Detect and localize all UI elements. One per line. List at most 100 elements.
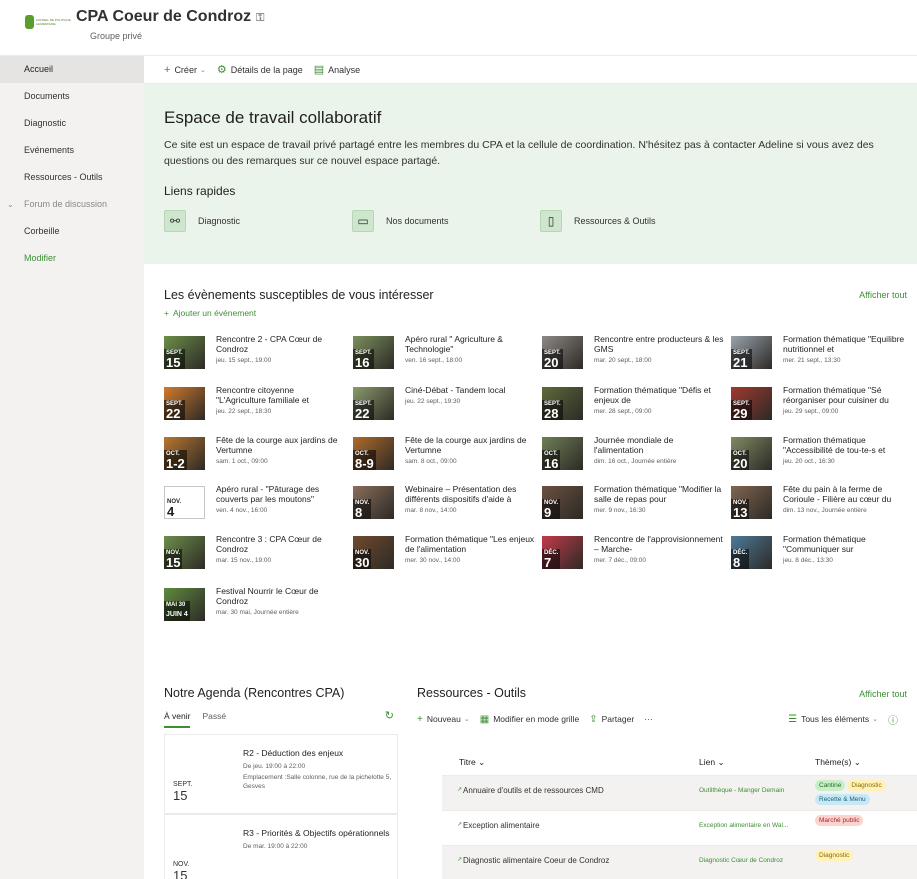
event-day: 21 xyxy=(733,355,748,369)
site-title[interactable]: CPA Coeur de Condroz ⚿ xyxy=(76,8,264,26)
event-title: Formation thématique "Communiquer sur xyxy=(783,534,866,554)
event-thumbnail: SEPT. 29 xyxy=(731,387,772,420)
agenda-item-time: De jeu. 19:00 à 22:00 xyxy=(243,763,306,770)
share-button[interactable]: ⇪ Partager xyxy=(589,714,634,725)
event-card[interactable]: NOV. 13 Fête du pain à la ferme de Corioul… xyxy=(731,484,911,524)
nav-edit-link[interactable]: Modifier xyxy=(0,245,144,272)
quick-link-documents[interactable]: ▭ Nos documents xyxy=(352,206,540,236)
agenda-item-title: R2 - Déduction des enjeux xyxy=(243,748,344,758)
event-date-badge: DÉC. 7 xyxy=(542,549,561,569)
nav-item-evenements[interactable]: Evénements xyxy=(0,137,144,164)
flow-icon: ⚯ xyxy=(164,210,186,232)
event-card[interactable]: SEPT. 15 Rencontre 2 - CPA Cœur de Condroz… xyxy=(164,334,344,374)
agenda-day: 15 xyxy=(173,788,188,803)
event-card[interactable]: NOV. 8 Webinaire – Présentation des différ… xyxy=(353,484,533,524)
event-card[interactable]: SEPT. 21 Formation thématique "Equilibre n… xyxy=(731,334,911,374)
quick-link-diagnostic[interactable]: ⚯ Diagnostic xyxy=(164,206,352,236)
nav-item-corbeille[interactable]: Corbeille xyxy=(0,218,144,245)
page-details-button[interactable]: ⚙ Détails de la page xyxy=(217,63,303,76)
refresh-icon[interactable]: ↻ xyxy=(385,709,394,722)
event-card[interactable]: OCT. 16 Journée mondiale de l'alimentation… xyxy=(542,435,722,475)
table-row[interactable]: ↗Diagnostic alimentaire Coeur de Condroz… xyxy=(442,846,917,879)
attachment-icon: ↗ xyxy=(457,787,463,793)
event-card[interactable]: OCT. 1-2 Fête de la courge aux jardins de … xyxy=(164,435,344,475)
nav-item-diagnostic[interactable]: Diagnostic xyxy=(0,110,144,137)
event-date: mar. 15 nov., 19:00 xyxy=(216,557,272,564)
event-date-badge: OCT. 8-9 xyxy=(353,450,376,470)
site-logo[interactable]: CONSEIL DE POLITIQUE ALIMENTAIRE xyxy=(25,10,71,34)
event-card[interactable]: NOV. 4 Apéro rural - "Pâturage des couvert… xyxy=(164,484,344,524)
event-card[interactable]: SEPT. 16 Apéro rural " Agriculture & Techn… xyxy=(353,334,533,374)
row-link[interactable]: Diagnostic Cœur de Condroz xyxy=(699,857,783,864)
row-link[interactable]: Outilthèque - Manger Demain xyxy=(699,787,784,794)
tab-a-venir[interactable]: À venir xyxy=(164,711,191,728)
event-info: Apéro rural " Agriculture & Technologie"… xyxy=(405,334,535,364)
event-card[interactable]: DÉC. 7 Rencontre de l'approvisionnement – … xyxy=(542,534,723,574)
event-card[interactable]: OCT. 8-9 Fête de la courge aux jardins de … xyxy=(353,435,533,475)
agenda-item[interactable]: SEPT. 15 R2 - Déduction des enjeux De jeu… xyxy=(164,734,398,814)
column-header-titre[interactable]: Titre ⌄ xyxy=(459,757,485,768)
more-button[interactable]: ··· xyxy=(644,714,653,724)
event-card[interactable]: DÉC. 8 Formation thématique "Communiquer s… xyxy=(731,534,911,574)
nav-item-ressources[interactable]: Ressources - Outils xyxy=(0,164,144,191)
row-title-text: Diagnostic alimentaire Coeur de Condroz xyxy=(463,856,610,865)
event-title: Formation thématique "Sé réorganiser pou… xyxy=(783,385,889,405)
event-card[interactable]: MAI 30 JUIN 4 Festival Nourrir le Cœur de … xyxy=(164,586,344,626)
column-header-lien[interactable]: Lien ⌄ xyxy=(699,757,725,768)
row-title[interactable]: ↗Diagnostic alimentaire Coeur de Condroz xyxy=(457,856,609,865)
column-header-themes[interactable]: Thème(s) ⌄ xyxy=(815,757,861,768)
row-link[interactable]: Exception alimentaire en Wal... xyxy=(699,822,788,829)
event-card[interactable]: SEPT. 22 Rencontre citoyenne "L'Agricultur… xyxy=(164,385,344,425)
event-card[interactable]: SEPT. 29 Formation thématique "Sé réorgani… xyxy=(731,385,911,425)
nav-item-accueil[interactable]: Accueil xyxy=(0,56,144,83)
event-card[interactable]: NOV. 15 Rencontre 3 : CPA Cœur de Condroz m… xyxy=(164,534,344,574)
event-title: Formation thématique "Equilibre nutritio… xyxy=(783,334,905,354)
agenda-item[interactable]: NOV. 15 R3 - Priorités & Objectifs opérat… xyxy=(164,814,398,879)
create-button[interactable]: + Créer ⌄ xyxy=(164,64,206,76)
events-title: Les évènements susceptibles de vous inté… xyxy=(164,288,434,302)
nav-item-documents[interactable]: Documents xyxy=(0,83,144,110)
event-title: Rencontre 3 : CPA Cœur de Condroz xyxy=(216,534,322,554)
row-title[interactable]: ↗Annuaire d'outils et de ressources CMD xyxy=(457,786,604,795)
info-icon[interactable]: ⓘ xyxy=(888,712,902,727)
event-day: 8 xyxy=(355,505,363,519)
event-date: dim. 16 oct., Journée entière xyxy=(594,458,677,465)
event-date: sam. 1 oct., 09:00 xyxy=(216,458,268,465)
event-date-badge: NOV. 15 xyxy=(164,549,183,569)
resources-table: Titre ⌄ Lien ⌄ Thème(s) ⌄ ↗Annuaire d'ou… xyxy=(442,750,917,879)
event-title: Rencontre 2 - CPA Cœur de Condroz xyxy=(216,334,323,354)
event-card[interactable]: NOV. 30 Formation thématique "Les enjeux d… xyxy=(353,534,534,574)
agenda-item-title: R3 - Priorités & Objectifs opérationnels xyxy=(243,828,390,838)
event-day: 15 xyxy=(166,555,181,569)
event-info: Formation thématique "Défis et enjeux de… xyxy=(594,385,724,415)
event-date: ven. 16 sept., 18:00 xyxy=(405,357,463,364)
quick-link-ressources[interactable]: ▯ Ressources & Outils xyxy=(540,206,728,236)
add-event-button[interactable]: + Ajouter un événement xyxy=(164,308,260,318)
view-selector[interactable]: ☰ Tous les éléments ⌄ xyxy=(788,714,878,725)
expand-chevron-icon[interactable]: ⌄ xyxy=(7,191,14,218)
events-show-all-link[interactable]: Afficher tout xyxy=(859,290,907,300)
logo-text: CONSEIL DE POLITIQUE ALIMENTAIRE xyxy=(35,18,71,26)
row-title[interactable]: ↗Exception alimentaire xyxy=(457,821,540,830)
event-card[interactable]: SEPT. 22 Ciné-Débat - Tandem local jeu. 22 … xyxy=(353,385,533,425)
event-card[interactable]: SEPT. 20 Rencontre entre producteurs & les… xyxy=(542,334,723,374)
event-day: 22 xyxy=(166,406,181,420)
event-date-badge: SEPT. 20 xyxy=(542,349,563,369)
event-card[interactable]: SEPT. 28 Formation thématique "Défis et en… xyxy=(542,385,722,425)
event-info: Fête de la courge aux jardins de Vertumn… xyxy=(405,435,535,465)
hero-section: Espace de travail collaboratif Ce site e… xyxy=(144,84,917,264)
grid-edit-button[interactable]: ▦ Modifier en mode grille xyxy=(480,714,579,725)
analytics-button[interactable]: ▤ Analyse xyxy=(314,63,360,76)
tab-passe[interactable]: Passé xyxy=(202,711,226,728)
resources-show-all-link[interactable]: Afficher tout xyxy=(859,689,907,699)
table-row[interactable]: ↗Exception alimentaire Exception aliment… xyxy=(442,811,917,846)
new-button[interactable]: + Nouveau ⌄ xyxy=(417,714,470,725)
event-day: 8-9 xyxy=(355,456,374,470)
view-controls: ☰ Tous les éléments ⌄ ⓘ xyxy=(788,712,912,727)
hero-description: Ce site est un espace de travail privé p… xyxy=(164,139,874,167)
event-card[interactable]: OCT. 20 Formation thématique "Accessibilit… xyxy=(731,435,911,475)
table-row[interactable]: ↗Annuaire d'outils et de ressources CMD … xyxy=(442,776,917,811)
chevron-down-icon: ⌄ xyxy=(853,757,861,767)
nav-item-forum[interactable]: ⌄ Forum de discussion xyxy=(0,191,144,218)
event-card[interactable]: NOV. 9 Formation thématique "Modifier la s… xyxy=(542,484,722,524)
